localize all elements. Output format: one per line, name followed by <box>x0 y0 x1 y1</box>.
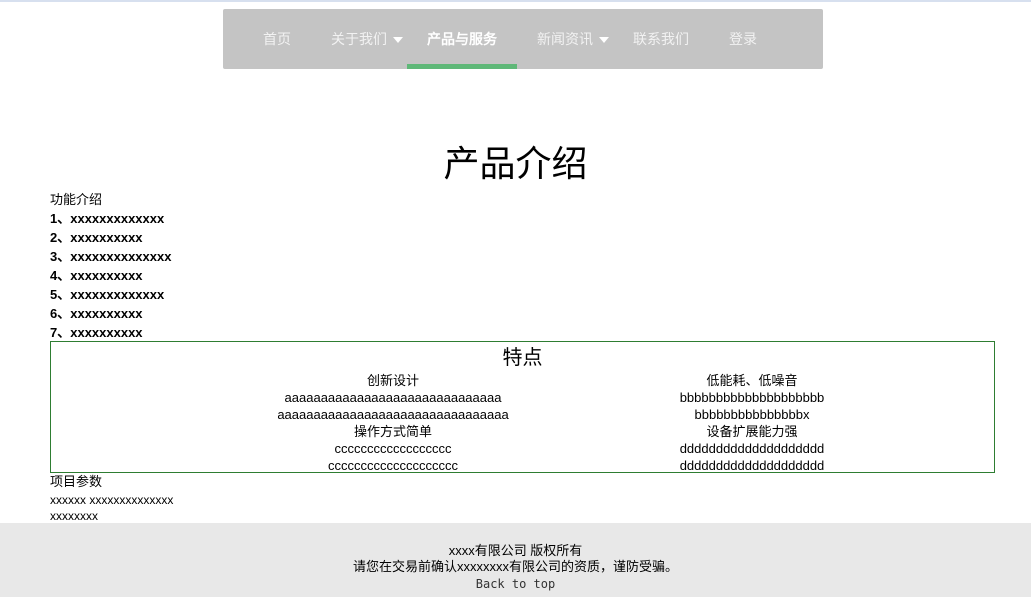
highlight-text: dddddddddddddddddddd <box>679 441 825 456</box>
highlight-text: bbbbbbbbbbbbbbbbbbbb <box>679 390 825 405</box>
footer-notice: 请您在交易前确认xxxxxxxx有限公司的资质，谨防受骗。 <box>352 559 678 574</box>
main-navbar: 首页 关于我们 产品与服务 新闻资讯 联系我们 登录 <box>223 9 823 69</box>
nav-item-login[interactable]: 登录 <box>729 9 757 69</box>
active-tab-indicator <box>407 64 517 69</box>
highlight-text: bbbbbbbbbbbbbbbx <box>694 407 810 422</box>
nav-item-label: 登录 <box>729 31 757 47</box>
highlight-text: aaaaaaaaaaaaaaaaaaaaaaaaaaaaaaaa <box>277 407 509 422</box>
list-item: 4、xxxxxxxxxx <box>50 268 143 283</box>
highlights-box: 特点 创新设计 aaaaaaaaaaaaaaaaaaaaaaaaaaaaaa a… <box>50 341 995 473</box>
nav-item-about[interactable]: 关于我们 <box>331 9 403 69</box>
back-to-top-link[interactable]: Back to top <box>0 576 1031 592</box>
highlight-heading: 低能耗、低噪音 <box>706 373 798 388</box>
nav-item-label: 新闻资讯 <box>537 31 593 47</box>
highlight-heading: 设备扩展能力强 <box>706 424 798 439</box>
nav-item-home[interactable]: 首页 <box>263 9 291 69</box>
params-line: xxxxxxxx <box>50 509 98 523</box>
params-line: xxxxxx xxxxxxxxxxxxxx <box>50 493 174 507</box>
page-footer: xxxx有限公司 版权所有 请您在交易前确认xxxxxxxx有限公司的资质，谨防… <box>0 523 1031 597</box>
feature-list: 1、xxxxxxxxxxxxx 2、xxxxxxxxxx 3、xxxxxxxxx… <box>50 209 171 342</box>
params-heading: 项目参数 <box>50 474 103 489</box>
chevron-down-icon <box>599 37 609 44</box>
list-item: 2、xxxxxxxxxx <box>50 230 143 245</box>
nav-item-products[interactable]: 产品与服务 <box>427 9 497 69</box>
highlights-left-column: 创新设计 aaaaaaaaaaaaaaaaaaaaaaaaaaaaaa aaaa… <box>263 372 523 474</box>
list-item: 6、xxxxxxxxxx <box>50 306 143 321</box>
footer-copyright: xxxx有限公司 版权所有 <box>448 543 583 558</box>
page-title: 产品介绍 <box>443 143 588 185</box>
nav-item-label: 首页 <box>263 31 291 47</box>
feature-heading: 功能介绍 <box>50 192 103 207</box>
highlight-heading: 操作方式简单 <box>353 424 432 439</box>
list-item: 5、xxxxxxxxxxxxx <box>50 287 165 302</box>
nav-item-label: 产品与服务 <box>427 31 497 47</box>
highlight-text: dddddddddddddddddddd <box>679 458 825 473</box>
highlights-title: 特点 <box>502 347 543 369</box>
highlight-heading: 创新设计 <box>366 373 419 388</box>
highlight-text: cccccccccccccccccc <box>334 441 452 456</box>
list-item: 3、xxxxxxxxxxxxxx <box>50 249 172 264</box>
nav-item-label: 关于我们 <box>331 31 387 47</box>
highlight-text: aaaaaaaaaaaaaaaaaaaaaaaaaaaaaa <box>284 390 502 405</box>
highlight-text: cccccccccccccccccccc <box>328 458 458 473</box>
chevron-down-icon <box>393 37 403 44</box>
nav-item-contact[interactable]: 联系我们 <box>633 9 689 69</box>
highlights-right-column: 低能耗、低噪音 bbbbbbbbbbbbbbbbbbbb bbbbbbbbbbb… <box>622 372 882 474</box>
nav-item-label: 联系我们 <box>633 31 689 47</box>
list-item: 1、xxxxxxxxxxxxx <box>50 211 165 226</box>
list-item: 7、xxxxxxxxxx <box>50 325 143 340</box>
top-rule <box>0 0 1031 2</box>
nav-item-news[interactable]: 新闻资讯 <box>537 9 609 69</box>
